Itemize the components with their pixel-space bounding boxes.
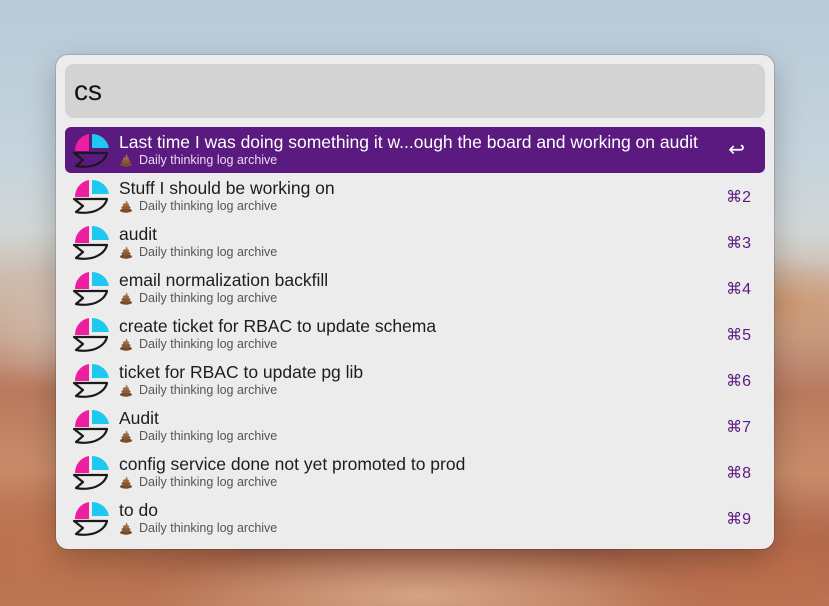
result-row-6[interactable]: ticket for RBAC to update pg lib Daily t…	[65, 357, 765, 403]
result-subtitle-line: Daily thinking log archive	[119, 521, 277, 535]
search-field[interactable]: cs	[65, 64, 765, 118]
result-title: Audit	[119, 408, 159, 428]
result-subtitle-line: Daily thinking log archive	[119, 153, 277, 167]
app-logo-icon	[72, 363, 109, 398]
result-subtitle: Daily thinking log archive	[139, 245, 278, 259]
shortcut-hint: ⌘5	[726, 327, 751, 344]
app-logo-icon	[72, 179, 109, 214]
shortcut-hint: ⌘7	[726, 419, 751, 436]
result-subtitle: Daily thinking log archive	[139, 383, 278, 397]
app-logo-icon	[72, 317, 109, 352]
result-row-7[interactable]: Audit Daily thinking log archive ⌘7	[65, 403, 765, 449]
shortcut-hint: ⌘9	[726, 511, 751, 528]
search-input[interactable]: cs	[74, 75, 102, 107]
app-logo-icon	[72, 409, 109, 444]
result-row-9[interactable]: to do Daily thinking log archive ⌘9	[65, 495, 765, 541]
shortcut-hint: ⌘4	[726, 281, 751, 298]
result-title: Last time I was doing something it w...o…	[119, 132, 698, 152]
app-logo-icon	[72, 271, 109, 306]
result-title: email normalization backfill	[119, 270, 329, 290]
poop-emoji-icon	[120, 246, 132, 259]
launcher-panel: cs Last time I was doing something it w.…	[56, 55, 774, 549]
result-title: Stuff I should be working on	[119, 178, 335, 198]
shortcut-hint: ↩	[728, 139, 745, 161]
result-title: ticket for RBAC to update pg lib	[119, 362, 364, 382]
result-title: config service done not yet promoted to …	[119, 454, 466, 474]
result-title: to do	[119, 500, 158, 520]
result-subtitle: Daily thinking log archive	[139, 199, 278, 213]
result-subtitle-line: Daily thinking log archive	[119, 383, 277, 397]
app-logo-icon	[72, 455, 109, 490]
poop-emoji-icon	[120, 292, 132, 305]
results-list: Last time I was doing something it w...o…	[65, 127, 765, 541]
result-subtitle-line: Daily thinking log archive	[119, 475, 277, 489]
shortcut-hint: ⌘8	[726, 465, 751, 482]
poop-emoji-icon	[120, 430, 132, 443]
result-subtitle: Daily thinking log archive	[139, 153, 278, 167]
app-logo-icon	[72, 501, 109, 536]
result-subtitle: Daily thinking log archive	[139, 521, 278, 535]
result-subtitle-line: Daily thinking log archive	[119, 291, 277, 305]
poop-emoji-icon	[120, 384, 132, 397]
result-title: create ticket for RBAC to update schema	[119, 316, 437, 336]
poop-emoji-icon	[120, 476, 132, 489]
app-logo-icon	[72, 133, 109, 168]
result-subtitle: Daily thinking log archive	[139, 429, 278, 443]
result-row-8[interactable]: config service done not yet promoted to …	[65, 449, 765, 495]
poop-emoji-icon	[120, 154, 132, 167]
result-subtitle-line: Daily thinking log archive	[119, 245, 277, 259]
app-logo-icon	[72, 225, 109, 260]
result-subtitle-line: Daily thinking log archive	[119, 337, 277, 351]
result-subtitle: Daily thinking log archive	[139, 337, 278, 351]
result-subtitle: Daily thinking log archive	[139, 291, 278, 305]
result-title: audit	[119, 224, 157, 244]
result-row-5[interactable]: create ticket for RBAC to update schema …	[65, 311, 765, 357]
poop-emoji-icon	[120, 522, 132, 535]
result-row-1[interactable]: Last time I was doing something it w...o…	[65, 127, 765, 173]
result-subtitle: Daily thinking log archive	[139, 475, 278, 489]
shortcut-hint: ⌘3	[726, 235, 751, 252]
result-row-3[interactable]: audit Daily thinking log archive ⌘3	[65, 219, 765, 265]
result-row-4[interactable]: email normalization backfill Daily think…	[65, 265, 765, 311]
result-row-2[interactable]: Stuff I should be working on Daily think…	[65, 173, 765, 219]
shortcut-hint: ⌘6	[726, 373, 751, 390]
result-subtitle-line: Daily thinking log archive	[119, 429, 277, 443]
poop-emoji-icon	[120, 200, 132, 213]
shortcut-hint: ⌘2	[726, 189, 751, 206]
result-subtitle-line: Daily thinking log archive	[119, 199, 277, 213]
poop-emoji-icon	[120, 338, 132, 351]
